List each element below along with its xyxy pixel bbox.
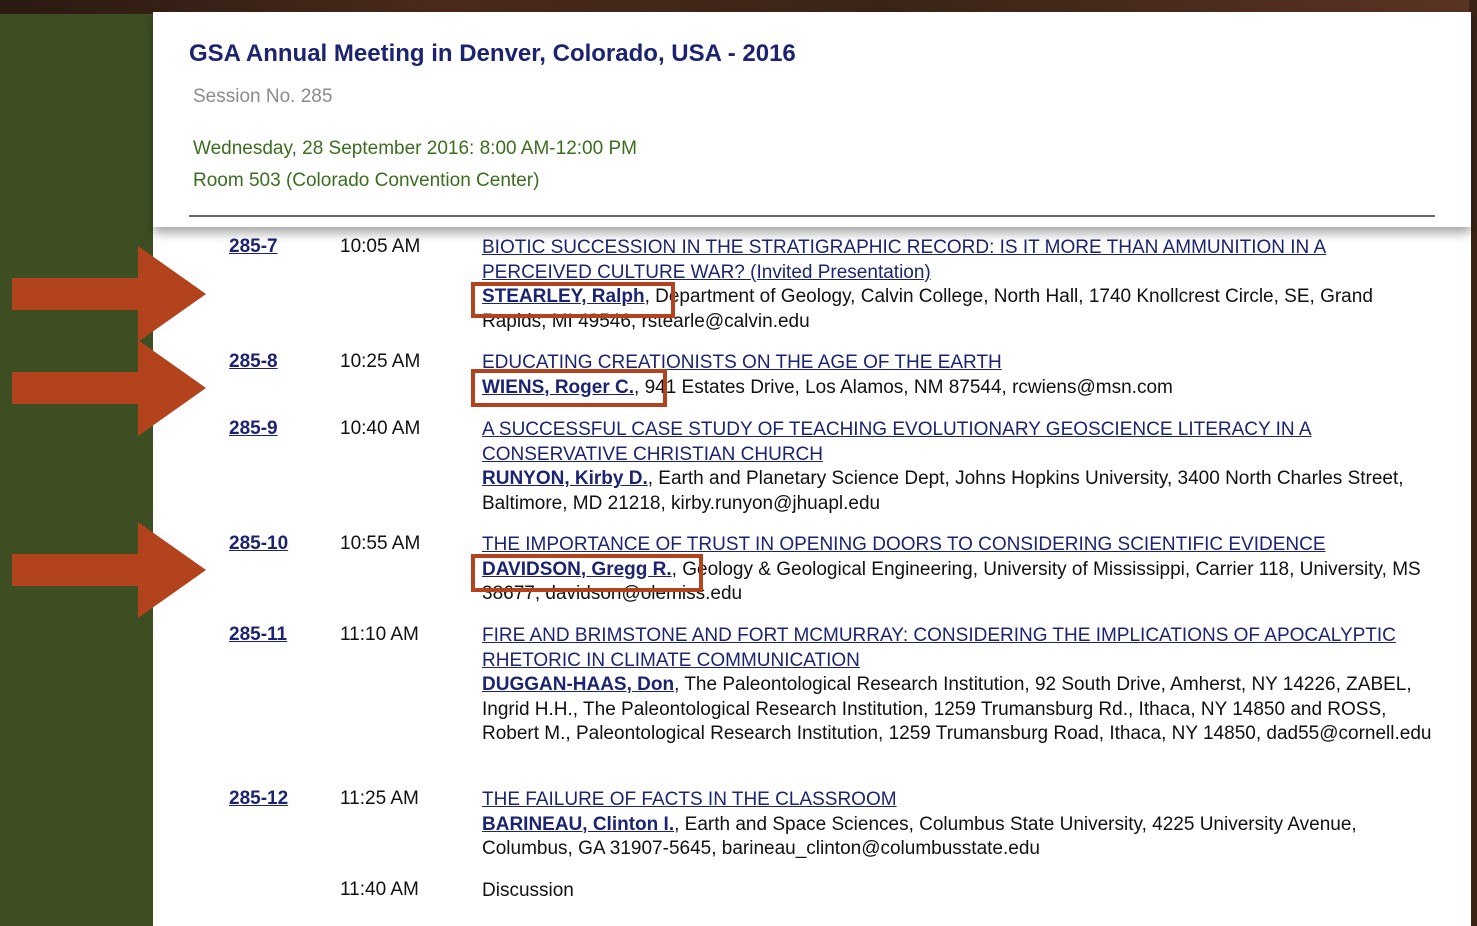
- author-link[interactable]: DUGGAN-HAAS, Don: [482, 674, 674, 695]
- talk-code-link[interactable]: 285-12: [229, 788, 288, 810]
- talk-code-link[interactable]: 285-7: [229, 236, 278, 258]
- session-header: GSA Annual Meeting in Denver, Colorado, …: [153, 12, 1471, 227]
- session-room: Room 503 (Colorado Convention Center): [193, 170, 540, 191]
- page-title: GSA Annual Meeting in Denver, Colorado, …: [189, 40, 796, 67]
- talk-title-link[interactable]: FIRE AND BRIMSTONE AND FORT MCMURRAY: CO…: [482, 625, 1396, 671]
- talk-code-link[interactable]: 285-11: [229, 624, 287, 646]
- discussion-label: Discussion: [482, 880, 574, 901]
- arrow-right-icon: [12, 522, 206, 618]
- session-number: Session No. 285: [193, 86, 333, 107]
- author-link[interactable]: BARINEAU, Clinton I.: [482, 814, 674, 835]
- arrow-right-icon: [12, 246, 206, 342]
- talk-time: 10:05 AM: [340, 236, 421, 257]
- arrow-right-icon: [12, 340, 206, 436]
- author-highlight-box: [471, 282, 675, 318]
- author-link[interactable]: RUNYON, Kirby D.: [482, 468, 648, 489]
- talk-time: 10:25 AM: [340, 351, 421, 372]
- talk-title-link[interactable]: THE FAILURE OF FACTS IN THE CLASSROOM: [482, 789, 897, 810]
- discussion-time: 11:40 AM: [340, 879, 419, 900]
- talk-title-link[interactable]: A SUCCESSFUL CASE STUDY OF TEACHING EVOL…: [482, 419, 1312, 465]
- talk-time: 11:25 AM: [340, 788, 419, 809]
- talk-title-link[interactable]: THE IMPORTANCE OF TRUST IN OPENING DOORS…: [482, 534, 1326, 555]
- talk-title-link[interactable]: BIOTIC SUCCESSION IN THE STRATIGRAPHIC R…: [482, 237, 1326, 283]
- talk-code-link[interactable]: 285-8: [229, 351, 278, 373]
- talk-time: 11:10 AM: [340, 624, 419, 645]
- talk-time: 10:40 AM: [340, 418, 421, 439]
- talk-details: FIRE AND BRIMSTONE AND FORT MCMURRAY: CO…: [482, 624, 1434, 747]
- talk-details: A SUCCESSFUL CASE STUDY OF TEACHING EVOL…: [482, 418, 1434, 516]
- session-date-time: Wednesday, 28 September 2016: 8:00 AM-12…: [193, 138, 637, 159]
- author-highlight-box: [471, 554, 703, 592]
- talk-time: 10:55 AM: [340, 533, 421, 554]
- talk-list: 285-7 10:05 AM BIOTIC SUCCESSION IN THE …: [153, 226, 1471, 926]
- talk-code-link[interactable]: 285-9: [229, 418, 278, 440]
- talk-details: THE FAILURE OF FACTS IN THE CLASSROOM BA…: [482, 788, 1434, 862]
- author-affiliation: , 941 Estates Drive, Los Alamos, NM 8754…: [634, 376, 1173, 398]
- talk-code-link[interactable]: 285-10: [229, 533, 288, 555]
- header-divider: [189, 215, 1435, 217]
- author-highlight-box: [471, 369, 667, 407]
